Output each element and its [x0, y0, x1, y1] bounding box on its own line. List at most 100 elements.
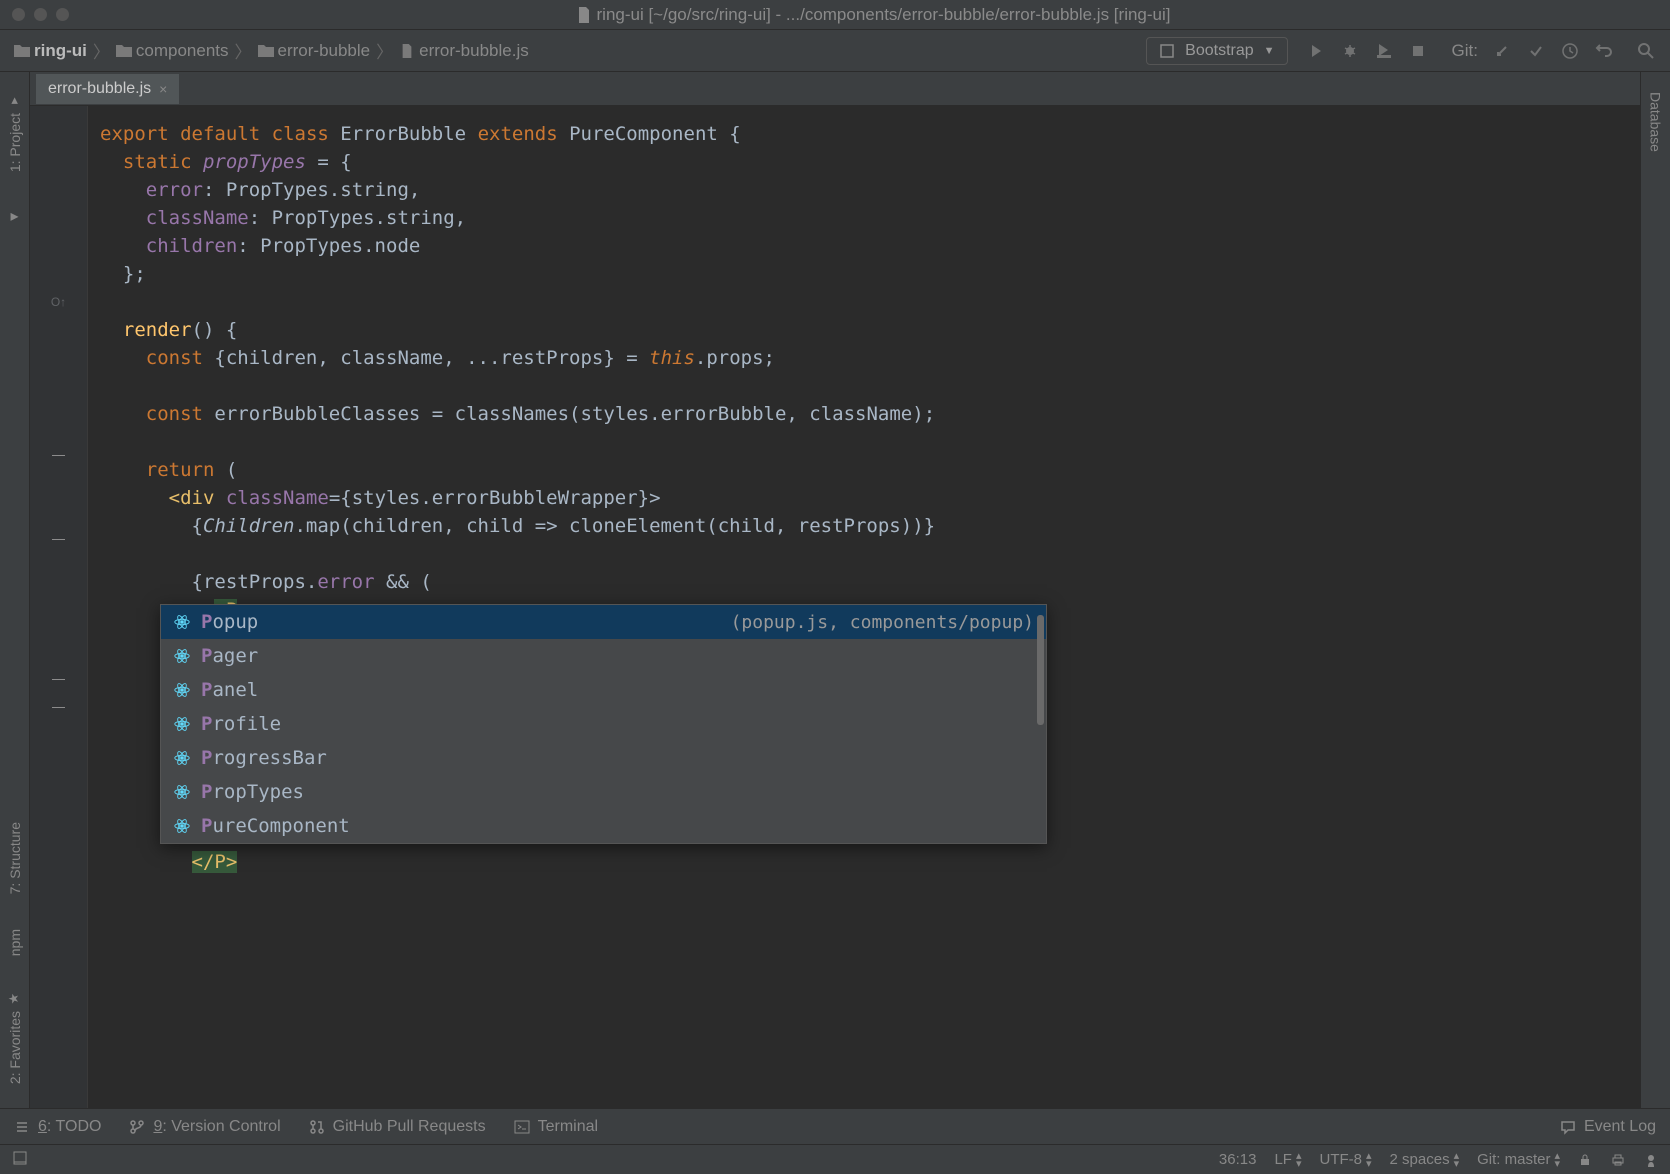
inspector-icon: [1644, 1153, 1658, 1167]
chevron-right-icon: 〉: [235, 38, 252, 63]
completion-item[interactable]: Profile: [161, 707, 1046, 741]
tool-event-log[interactable]: Event Log: [1560, 1118, 1656, 1136]
pull-request-icon: [309, 1119, 325, 1135]
editor-tabs: error-bubble.js ×: [30, 72, 1640, 106]
completion-item[interactable]: Panel: [161, 673, 1046, 707]
react-icon: [173, 715, 191, 733]
updown-icon: ▴▾: [1554, 1152, 1560, 1168]
git-commit-button[interactable]: [1526, 41, 1546, 61]
chevron-down-icon: ▼: [1264, 45, 1275, 57]
status-lock-icon[interactable]: [1578, 1153, 1592, 1167]
folder-icon: [258, 44, 274, 58]
code-editor[interactable]: O↑ — — — — export default class ErrorBub…: [30, 106, 1640, 1108]
debug-button[interactable]: [1340, 41, 1360, 61]
checkmark-icon: [1528, 43, 1544, 59]
revert-icon: [1595, 42, 1613, 60]
tool-tab-structure[interactable]: 7: Structure: [5, 812, 25, 904]
js-file-icon: [399, 44, 415, 58]
tool-tab-project[interactable]: 1: Project ▸: [5, 82, 25, 182]
editor-tab[interactable]: error-bubble.js ×: [36, 74, 179, 104]
status-git-branch[interactable]: Git: master ▴▾: [1477, 1151, 1560, 1168]
search-button[interactable]: [1636, 41, 1656, 61]
update-icon: [1494, 43, 1510, 59]
lock-icon: [1578, 1153, 1592, 1167]
status-cursor-position[interactable]: 36:13: [1219, 1151, 1257, 1168]
layout-icon: [12, 1150, 28, 1166]
chat-icon: [1560, 1119, 1576, 1135]
star-icon: ★: [7, 990, 22, 1005]
status-hector-icon[interactable]: [1644, 1153, 1658, 1167]
npm-icon: [1159, 43, 1175, 59]
project-files-icon[interactable]: ▸: [10, 206, 18, 226]
collapse-icon[interactable]: —: [30, 440, 87, 468]
breadcrumb: ring-ui 〉 components 〉 error-bubble 〉 er…: [14, 38, 529, 63]
updown-icon: ▴▾: [1454, 1152, 1460, 1168]
react-icon: [173, 749, 191, 767]
breadcrumb-item-project[interactable]: ring-ui: [14, 41, 87, 61]
git-history-button[interactable]: [1560, 41, 1580, 61]
tool-terminal[interactable]: Terminal: [514, 1118, 598, 1136]
coverage-button[interactable]: [1374, 41, 1394, 61]
editor-gutter: O↑ — — — —: [30, 106, 88, 1108]
right-tool-strip: Database: [1640, 72, 1670, 1108]
completion-item[interactable]: Popup (popup.js, components/popup): [161, 605, 1046, 639]
tool-tab-database[interactable]: Database: [1646, 82, 1666, 162]
statusbar: 36:13 LF ▴▾ UTF-8 ▴▾ 2 spaces ▴▾ Git: ma…: [0, 1144, 1670, 1174]
react-icon: [173, 817, 191, 835]
git-revert-button[interactable]: [1594, 41, 1614, 61]
play-icon: [1309, 44, 1323, 58]
run-config-dropdown[interactable]: Bootstrap ▼: [1146, 37, 1287, 65]
left-tool-strip: 1: Project ▸ ▸ 7: Structure npm 2: Favor…: [0, 72, 30, 1108]
bug-icon: [1342, 43, 1358, 59]
tool-github-pr[interactable]: GitHub Pull Requests: [309, 1118, 486, 1136]
completion-item[interactable]: PropTypes: [161, 775, 1046, 809]
folder-icon: [14, 44, 30, 58]
list-icon: [14, 1119, 30, 1135]
stop-button[interactable]: [1408, 41, 1428, 61]
breadcrumb-item-folder[interactable]: components: [116, 41, 229, 61]
close-window-icon[interactable]: [12, 8, 25, 21]
react-icon: [173, 647, 191, 665]
status-line-ending[interactable]: LF ▴▾: [1274, 1151, 1301, 1168]
clock-icon: [1561, 42, 1579, 60]
status-indent[interactable]: 2 spaces ▴▾: [1390, 1151, 1460, 1168]
collapse-icon[interactable]: —: [30, 664, 87, 692]
run-button[interactable]: [1306, 41, 1326, 61]
tool-todo[interactable]: 6: TODO: [14, 1118, 101, 1136]
updown-icon: ▴▾: [1366, 1152, 1372, 1168]
completion-item[interactable]: ProgressBar: [161, 741, 1046, 775]
breadcrumb-item-file[interactable]: error-bubble.js: [399, 41, 529, 61]
collapse-icon[interactable]: —: [30, 692, 87, 720]
tool-tab-npm[interactable]: npm: [5, 919, 25, 966]
status-print-icon[interactable]: [1610, 1152, 1626, 1168]
folder-icon: ▸: [7, 92, 22, 107]
chevron-right-icon: 〉: [93, 38, 110, 63]
terminal-icon: [514, 1119, 530, 1135]
override-icon[interactable]: O↑: [30, 288, 87, 316]
minimize-window-icon[interactable]: [34, 8, 47, 21]
file-icon: [577, 7, 591, 23]
close-tab-icon[interactable]: ×: [159, 81, 167, 97]
react-icon: [173, 613, 191, 631]
chevron-right-icon: 〉: [376, 38, 393, 63]
coverage-icon: [1376, 43, 1392, 59]
tool-vcs[interactable]: 9: Version Control: [129, 1118, 280, 1136]
printer-icon: [1610, 1152, 1626, 1168]
updown-icon: ▴▾: [1296, 1152, 1302, 1168]
collapse-icon[interactable]: —: [30, 524, 87, 552]
window-title: ring-ui [~/go/src/ring-ui] - .../compone…: [89, 5, 1658, 25]
completion-item[interactable]: PureComponent: [161, 809, 1046, 843]
completion-item[interactable]: Pager: [161, 639, 1046, 673]
folder-icon: [116, 44, 132, 58]
navigation-toolbar: ring-ui 〉 components 〉 error-bubble 〉 er…: [0, 30, 1670, 72]
git-update-button[interactable]: [1492, 41, 1512, 61]
popup-scrollbar[interactable]: [1037, 615, 1044, 725]
tool-windows-toggle[interactable]: [12, 1150, 32, 1170]
branch-icon: [129, 1119, 145, 1135]
tool-tab-favorites[interactable]: 2: Favorites ★: [5, 980, 25, 1094]
maximize-window-icon[interactable]: [56, 8, 69, 21]
status-encoding[interactable]: UTF-8 ▴▾: [1320, 1151, 1372, 1168]
breadcrumb-item-folder[interactable]: error-bubble: [258, 41, 371, 61]
git-label: Git:: [1452, 41, 1478, 61]
react-icon: [173, 783, 191, 801]
